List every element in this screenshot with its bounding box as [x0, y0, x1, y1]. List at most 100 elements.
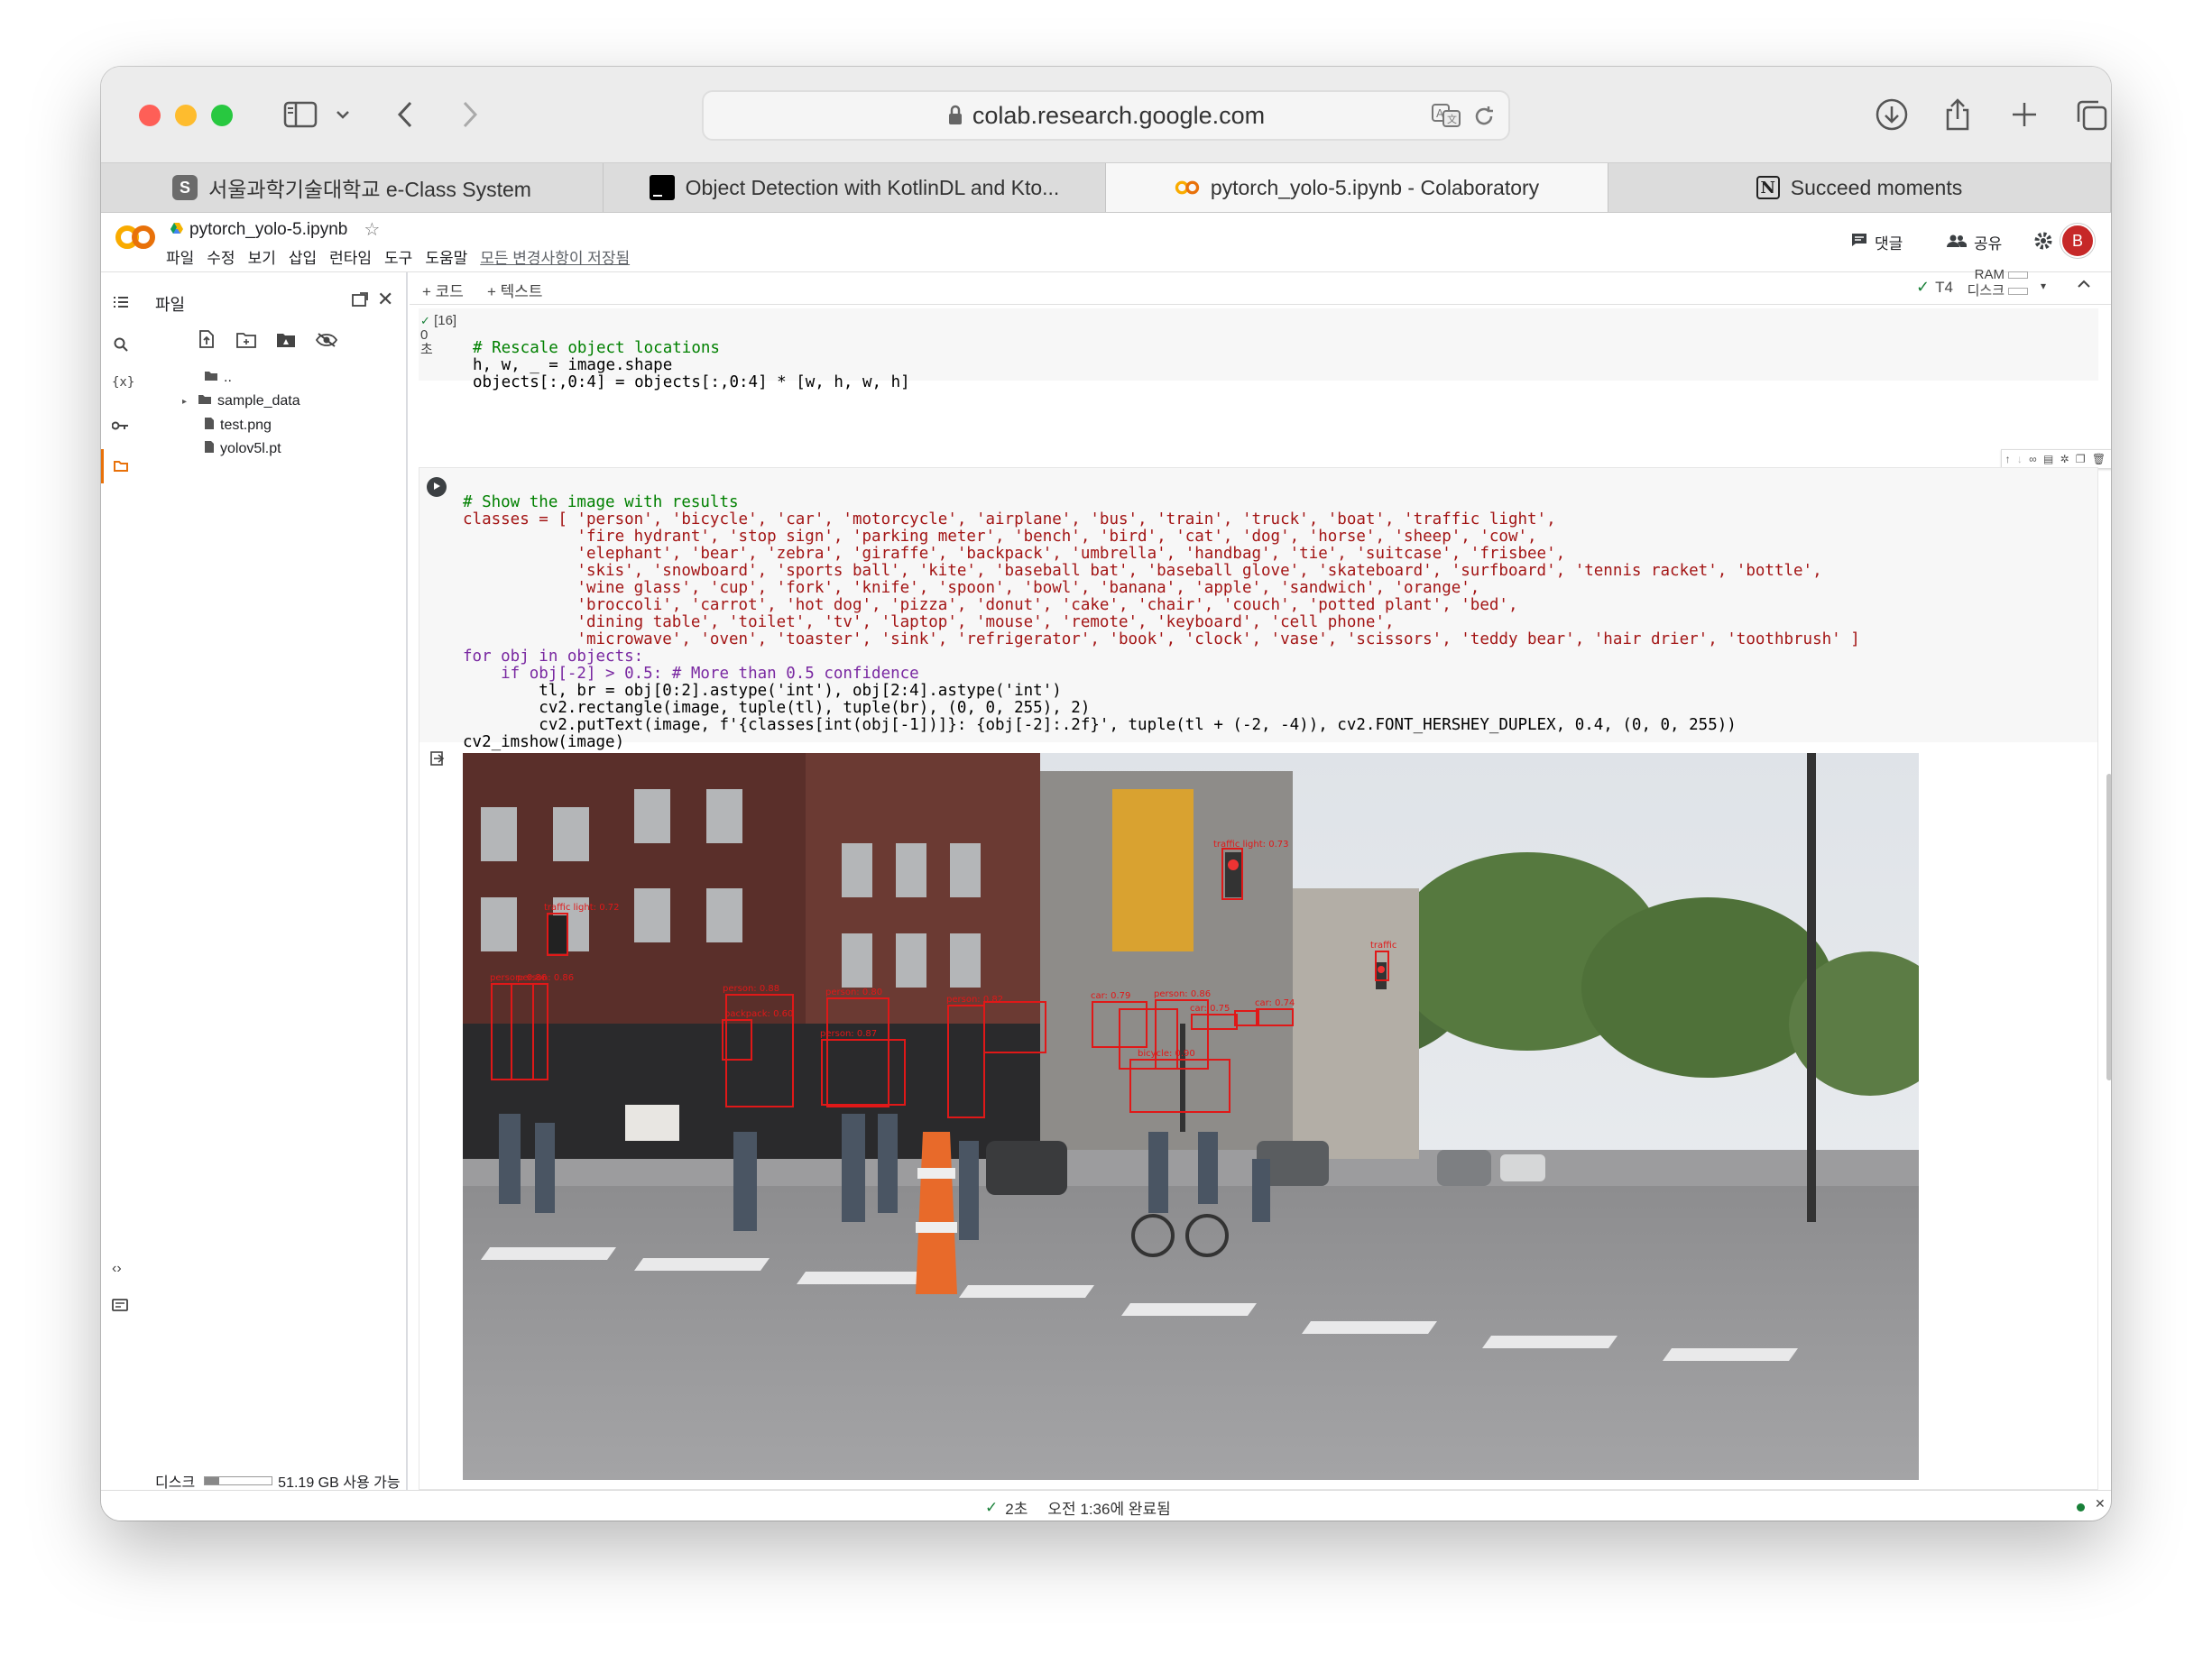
disk-usage-row: 디스크 51.19 GB 사용 가능 — [141, 1470, 408, 1492]
resource-dropdown-icon[interactable]: ▾ — [2041, 280, 2046, 292]
cell-code[interactable]: # Show the image with results classes = [… — [463, 477, 1860, 751]
code-line: 'wine glass', 'cup', 'fork', 'knife', 's… — [463, 579, 1480, 597]
scrollbar-thumb[interactable] — [2106, 774, 2111, 1080]
code-cell-show-image[interactable]: # Show the image with results classes = [… — [419, 467, 2098, 1490]
folder-icon — [198, 393, 212, 409]
link-icon[interactable]: ∞ — [2029, 453, 2037, 465]
exec-duration: 0 — [420, 327, 429, 343]
comment-icon[interactable]: ▤ — [2043, 453, 2053, 465]
notebook-name[interactable]: pytorch_yolo-5.ipynb — [189, 220, 347, 240]
file-panel-title: 파일 — [155, 296, 186, 314]
connection-indicator — [2077, 1503, 2085, 1512]
caret-right-icon[interactable]: ▸ — [182, 397, 187, 407]
folder-icon[interactable] — [114, 460, 128, 476]
colab-icon — [1175, 175, 1200, 200]
mount-drive-icon[interactable] — [276, 332, 296, 353]
tree-item-test-png[interactable]: test.png — [204, 417, 272, 435]
colab-header: pytorch_yolo-5.ipynb ☆ 파일 수정 보기 삽입 런타임 도… — [101, 213, 2111, 272]
tab-notion[interactable]: N Succeed moments — [1608, 163, 2111, 212]
code-line: 'fire hydrant', 'stop sign', 'parking me… — [463, 528, 1537, 546]
file-panel: 파일 ✕ .. ▸ sample_data test.png yolov5l.p… — [141, 272, 408, 1490]
tab-eclass[interactable]: S 서울과학기술대학교 e-Class System — [101, 163, 604, 212]
menu-file[interactable]: 파일 — [166, 245, 194, 268]
output-toggle-icon[interactable] — [430, 751, 447, 770]
move-up-icon[interactable]: ↑ — [2005, 453, 2011, 465]
tab-label: Object Detection with KotlinDL and Kto..… — [685, 175, 1060, 199]
chevron-down-icon[interactable] — [332, 94, 354, 135]
resource-meter[interactable]: RAM 디스크 — [1961, 267, 2028, 299]
cell-code[interactable]: # Rescale object locations h, w, _ = imag… — [473, 323, 910, 391]
share-label: 공유 — [1974, 235, 2003, 253]
runtime-type: T4 — [1935, 278, 1953, 296]
execution-status[interactable]: ✓ 2초 오전 1:36에 완료됨 — [985, 1496, 1171, 1519]
new-folder-icon[interactable] — [236, 332, 256, 353]
sidebar-toggle-icon[interactable] — [278, 94, 323, 135]
tree-item-sample-data[interactable]: ▸ sample_data — [182, 393, 300, 409]
exec-duration-unit: 초 — [420, 342, 433, 357]
url-text: colab.research.google.com — [972, 101, 1266, 129]
move-down-icon[interactable]: ↓ — [2017, 453, 2023, 465]
back-icon[interactable] — [392, 94, 419, 135]
menu-edit[interactable]: 수정 — [207, 245, 235, 268]
tree-item-label: yolov5l.pt — [220, 441, 281, 456]
search-icon[interactable] — [114, 337, 128, 356]
address-bar[interactable]: colab.research.google.com A文 — [702, 90, 1510, 141]
add-text-button[interactable]: + 텍스트 — [487, 279, 543, 301]
variables-icon[interactable]: {x} — [112, 375, 134, 390]
tab-kotlindl[interactable]: Object Detection with KotlinDL and Kto..… — [604, 163, 1106, 212]
tab-colab[interactable]: pytorch_yolo-5.ipynb - Colaboratory — [1106, 163, 1608, 212]
tree-item-parent[interactable]: .. — [204, 370, 232, 386]
key-icon[interactable] — [111, 418, 128, 435]
avatar[interactable]: B — [2060, 224, 2095, 258]
run-cell-button[interactable] — [427, 477, 447, 497]
tab-strip: S 서울과학기술대학교 e-Class System Object Detect… — [101, 162, 2111, 213]
star-icon[interactable]: ☆ — [364, 218, 380, 241]
menu-insert[interactable]: 삽입 — [289, 245, 317, 268]
code-snippets-icon[interactable]: ‹› — [112, 1261, 122, 1277]
hide-files-icon[interactable] — [315, 332, 338, 353]
delete-icon[interactable]: 🗑 — [2092, 453, 2106, 465]
code-cell-rescale[interactable]: ✓ [16] 0 초 # Rescale object locations h, … — [419, 308, 2098, 391]
terminal-panel-icon[interactable] — [112, 1299, 128, 1316]
menu-help[interactable]: 도움말 — [425, 245, 467, 268]
open-in-tab-icon[interactable] — [352, 292, 368, 311]
code-line: classes = [ 'person', 'bicycle', 'car', … — [463, 510, 1556, 528]
forward-icon[interactable] — [456, 94, 484, 135]
comment-button[interactable]: 댓글 — [1851, 231, 1903, 253]
menu-tools[interactable]: 도구 — [384, 245, 412, 268]
detection-label: person: 0.87 — [820, 1029, 877, 1039]
close-window-button[interactable] — [139, 105, 161, 126]
mirror-cell-icon[interactable]: ❐ — [2076, 453, 2086, 465]
detection-label: car: 0.79 — [1091, 991, 1130, 1001]
share-icon[interactable] — [1938, 94, 1977, 135]
tab-overview-icon[interactable] — [2071, 94, 2111, 135]
close-panel-icon[interactable]: ✕ — [377, 289, 393, 309]
code-line: 'dining table', 'toilet', 'tv', 'laptop'… — [463, 613, 1395, 631]
save-status[interactable]: 모든 변경사항이 저장됨 — [480, 245, 630, 268]
menu-view[interactable]: 보기 — [248, 245, 276, 268]
add-code-button[interactable]: + 코드 — [422, 279, 464, 301]
translate-icon[interactable]: A文 — [1431, 103, 1461, 128]
runtime-status[interactable]: ✓ T4 — [1916, 278, 1953, 297]
settings-icon[interactable] — [2033, 231, 2053, 255]
upload-file-icon[interactable] — [198, 330, 215, 353]
reload-icon[interactable] — [1472, 105, 1496, 128]
avatar-letter: B — [2071, 231, 2083, 250]
ram-label: RAM — [1974, 267, 2005, 282]
zoom-window-button[interactable] — [211, 105, 233, 126]
downloads-icon[interactable] — [1871, 94, 1912, 135]
notebook-scrollbar[interactable] — [2106, 305, 2111, 1486]
detection-label: person: 0.86 — [1154, 989, 1211, 999]
colab-logo[interactable] — [114, 222, 157, 257]
collapse-up-icon[interactable] — [2077, 276, 2091, 294]
minimize-window-button[interactable] — [175, 105, 197, 126]
menu-runtime[interactable]: 런타임 — [329, 245, 372, 268]
toc-icon[interactable] — [114, 296, 128, 313]
close-status-icon[interactable]: ✕ — [2095, 1496, 2106, 1512]
share-button[interactable]: 공유 — [1947, 231, 2002, 253]
tree-item-label: .. — [224, 370, 232, 385]
tree-item-yolov5l[interactable]: yolov5l.pt — [204, 440, 281, 458]
new-tab-icon[interactable] — [2005, 94, 2044, 135]
detection-label: car: 0.74 — [1255, 998, 1295, 1008]
cell-settings-icon[interactable]: ✲ — [2060, 453, 2069, 465]
